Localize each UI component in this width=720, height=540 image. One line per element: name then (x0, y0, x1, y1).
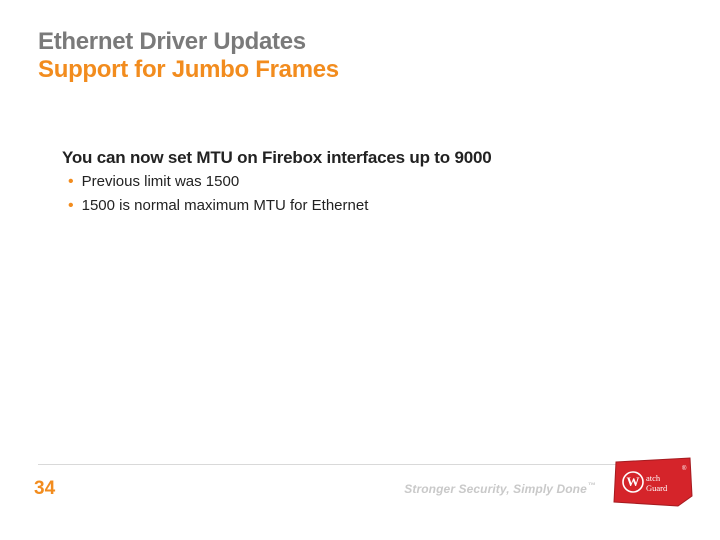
tagline: Stronger Security, Simply Done™ (404, 481, 596, 496)
footer-divider (38, 464, 620, 465)
page-number: 34 (34, 478, 55, 500)
lead-text: You can now set MTU on Firebox interface… (62, 148, 668, 168)
bullet-item: • 1500 is normal maximum MTU for Etherne… (62, 196, 668, 216)
title-line-1: Ethernet Driver Updates (38, 28, 682, 56)
bullet-item: • Previous limit was 1500 (62, 172, 668, 192)
svg-text:Guard: Guard (646, 483, 668, 493)
title-line-2: Support for Jumbo Frames (38, 56, 682, 84)
slide-body: You can now set MTU on Firebox interface… (62, 148, 668, 216)
svg-text:®: ® (682, 465, 687, 472)
tagline-text: Stronger Security, Simply Done (404, 482, 587, 496)
svg-text:atch: atch (646, 473, 661, 483)
bullet-text: 1500 is normal maximum MTU for Ethernet (82, 196, 369, 216)
watchguard-logo: W atch Guard ® (612, 456, 694, 510)
bullet-icon: • (68, 196, 74, 216)
slide: Ethernet Driver Updates Support for Jumb… (0, 0, 720, 540)
trademark-symbol: ™ (588, 481, 596, 490)
svg-text:W: W (627, 474, 640, 489)
bullet-icon: • (68, 172, 74, 192)
slide-title: Ethernet Driver Updates Support for Jumb… (38, 28, 682, 83)
bullet-text: Previous limit was 1500 (82, 172, 240, 192)
